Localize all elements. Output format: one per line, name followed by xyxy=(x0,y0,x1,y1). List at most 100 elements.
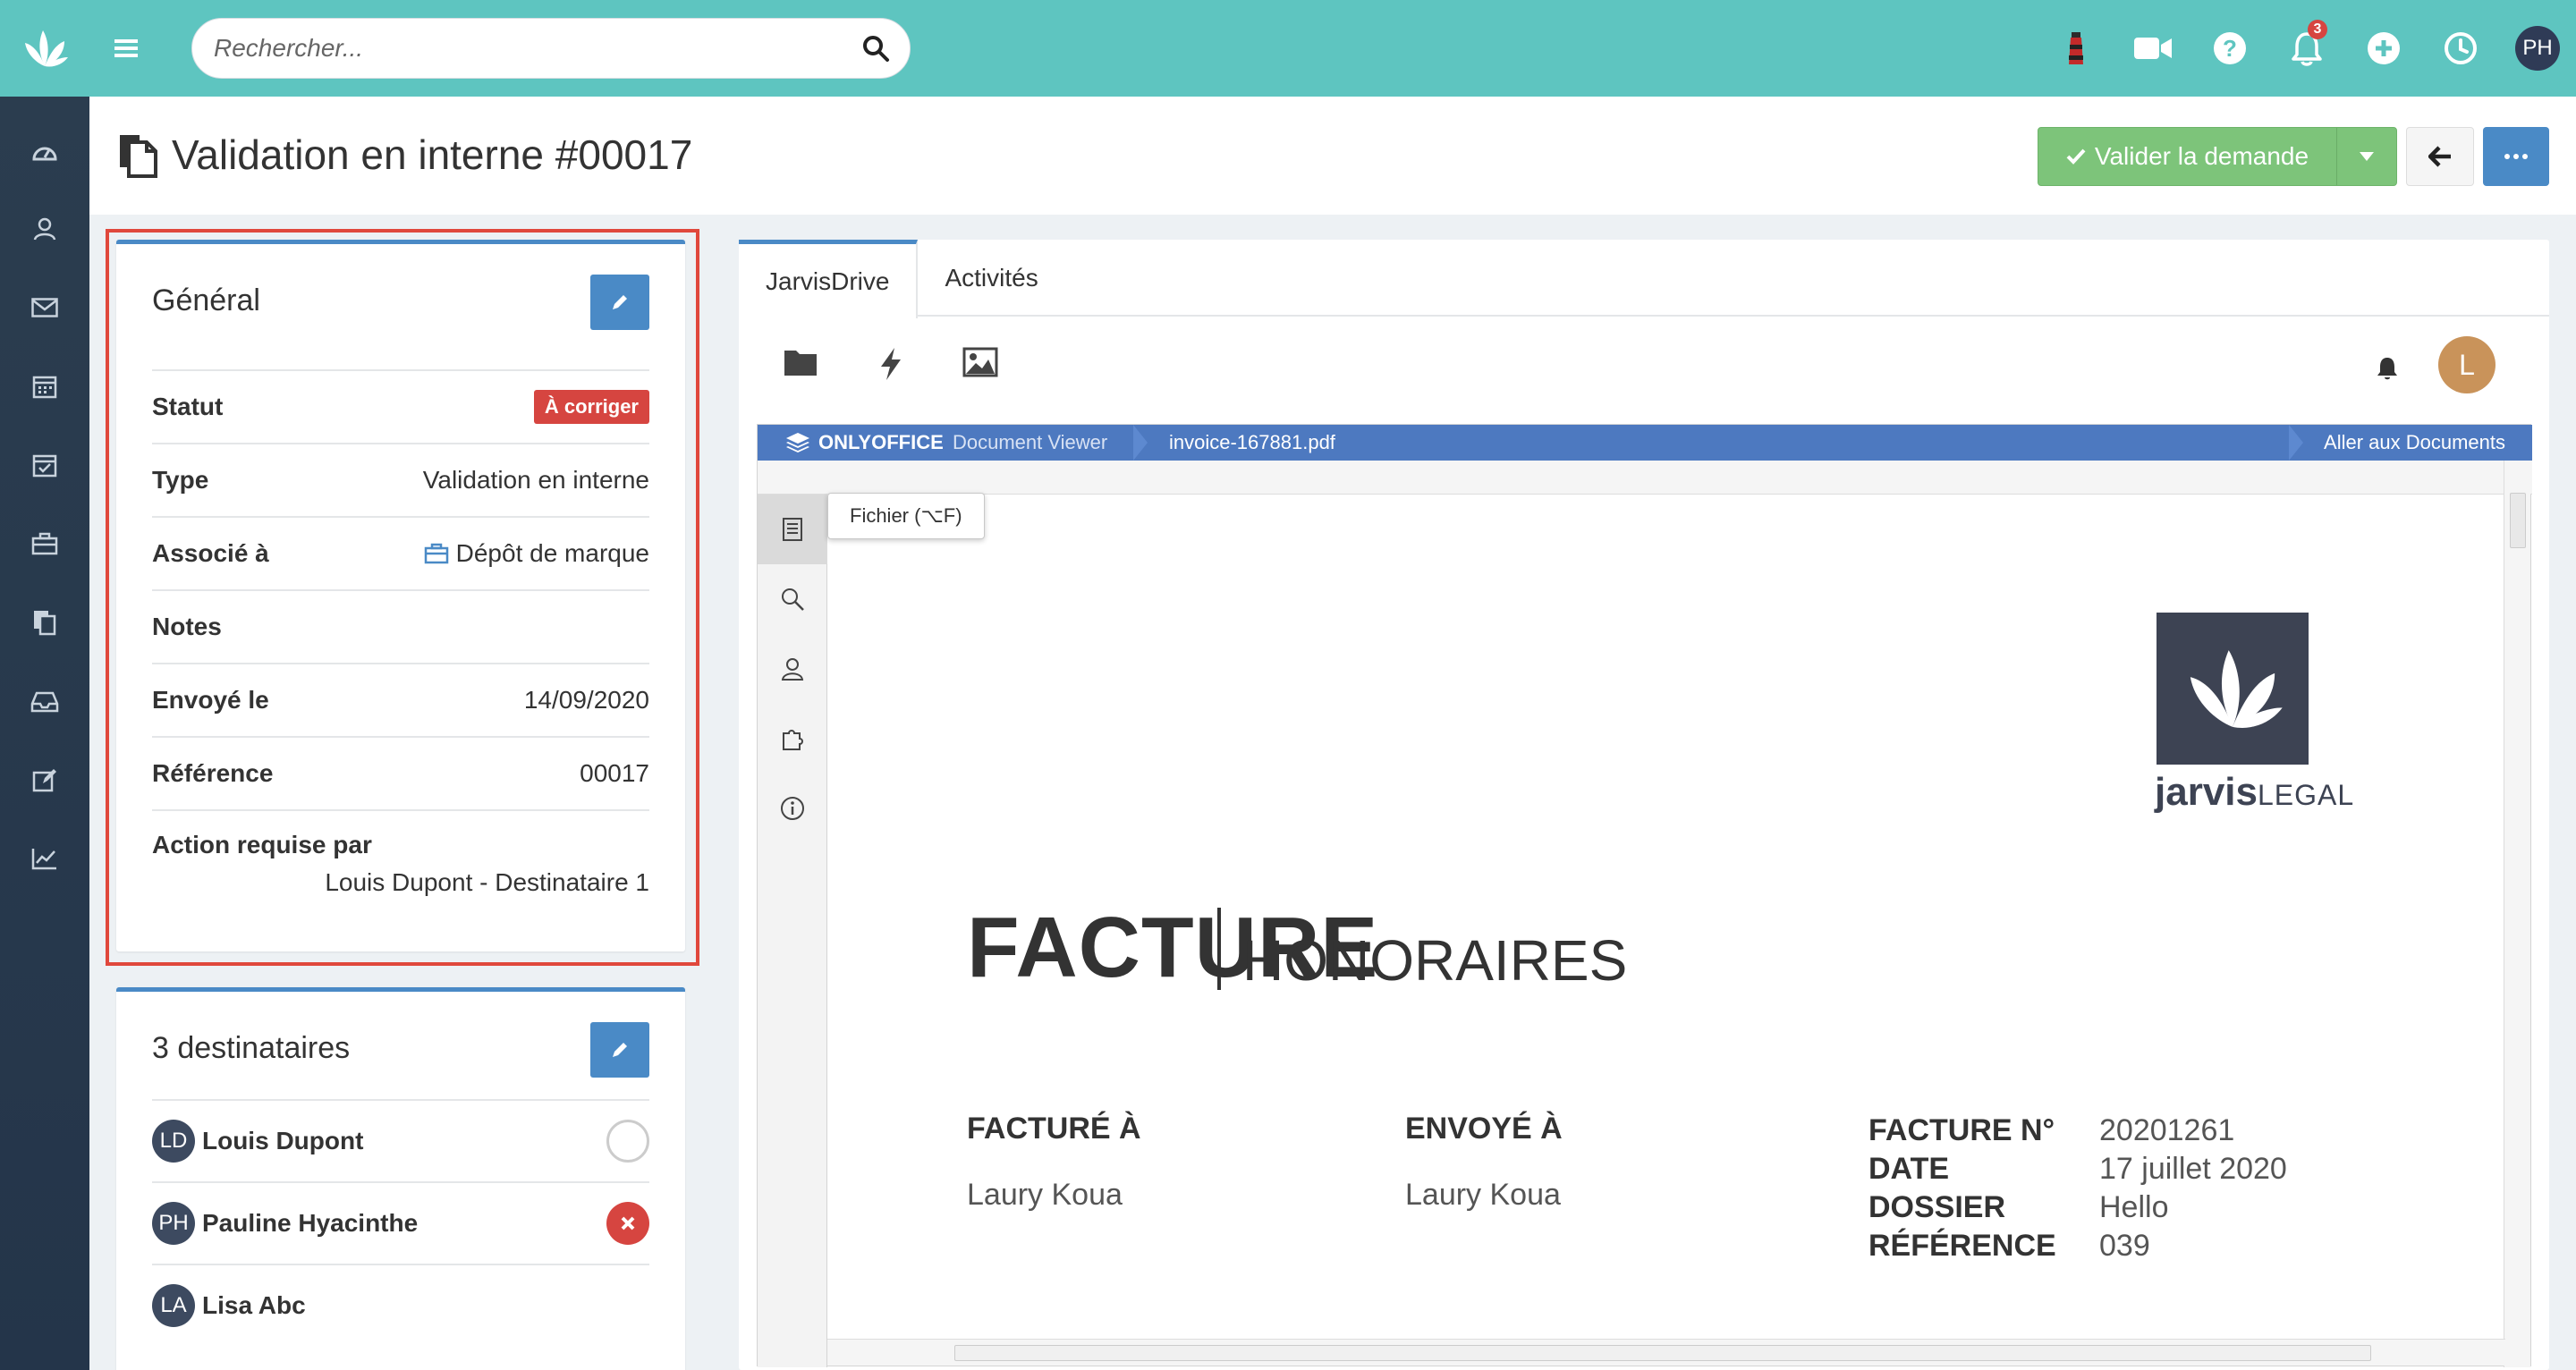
puzzle-icon xyxy=(783,730,803,750)
add-button[interactable] xyxy=(2345,0,2422,97)
goto-documents-link[interactable]: Aller aux Documents xyxy=(2324,425,2505,461)
billed-to-label: FACTURÉ À xyxy=(967,1112,1141,1146)
document-panel: JarvisDrive Activités L ONLYOFFICE Docum… xyxy=(739,240,2549,1370)
svg-text:?: ? xyxy=(2223,35,2237,62)
documents-icon xyxy=(34,611,56,636)
sidebar-item-inbox[interactable] xyxy=(0,662,89,740)
contacts-icon xyxy=(33,217,56,241)
clock-icon xyxy=(2445,32,2477,64)
validate-request-button[interactable]: Valider la demande xyxy=(2038,128,2337,185)
file-tooltip: Fichier (⌥F) xyxy=(827,493,985,539)
file-menu-button[interactable] xyxy=(758,495,827,564)
search-icon[interactable] xyxy=(861,34,890,63)
search-box xyxy=(191,18,911,79)
recipients-card-title: 3 destinataires xyxy=(152,1031,351,1065)
jarvis-logo-icon xyxy=(25,30,68,67)
more-actions-button[interactable] xyxy=(2483,127,2549,186)
sidebar-item-reports[interactable] xyxy=(0,819,89,898)
sidebar-item-tasks[interactable] xyxy=(0,426,89,504)
avatar: LD xyxy=(152,1120,195,1163)
sidebar-item-contacts[interactable] xyxy=(0,190,89,268)
validate-request-label: Valider la demande xyxy=(2094,142,2309,170)
tab-activites[interactable]: Activités xyxy=(918,240,1064,317)
edit-icon xyxy=(32,769,56,792)
onlyoffice-viewer: ONLYOFFICE Document Viewer invoice-16788… xyxy=(757,424,2532,1367)
avatar[interactable]: L xyxy=(2438,336,2496,393)
notifications-button[interactable]: 3 xyxy=(2268,0,2345,97)
lighthouse-icon xyxy=(2069,32,2083,64)
recipient-name: Lisa Abc xyxy=(202,1291,306,1319)
mail-icon xyxy=(31,298,58,317)
viewer-comments-button[interactable] xyxy=(758,634,827,704)
horizontal-scroll-thumb[interactable] xyxy=(954,1345,2371,1361)
viewer-plugins-button[interactable] xyxy=(758,704,827,774)
avatar: LA xyxy=(152,1284,195,1327)
rejected-status-icon xyxy=(606,1202,649,1245)
list-item[interactable]: PH Pauline Hyacinthe xyxy=(152,1181,649,1264)
close-icon xyxy=(621,1216,635,1230)
invoice-subtitle: HONORAIRES xyxy=(1242,928,1628,993)
folder-icon[interactable] xyxy=(784,347,818,377)
horizontal-scrollbar[interactable] xyxy=(827,1339,2505,1366)
sidebar-item-dashboard[interactable] xyxy=(0,111,89,190)
bell-icon[interactable] xyxy=(2376,356,2399,381)
vertical-scroll-thumb[interactable] xyxy=(2510,493,2526,548)
user-menu[interactable]: PH xyxy=(2499,0,2576,97)
briefcase-icon xyxy=(31,532,58,555)
jarvis-legal-wordmark: jarvisLEGAL xyxy=(2155,770,2355,814)
billed-to-value: Laury Koua xyxy=(967,1178,1123,1212)
image-icon[interactable] xyxy=(962,347,998,377)
sidebar-item-documents[interactable] xyxy=(0,583,89,662)
viewer-search-button[interactable] xyxy=(758,564,827,634)
sidebar-item-mail[interactable] xyxy=(0,268,89,347)
video-icon xyxy=(2134,38,2172,59)
calendar-check-icon xyxy=(32,454,57,478)
history-button[interactable] xyxy=(2422,0,2499,97)
document-page: jarvisLEGAL FACTURE HONORAIRES FACTURÉ À… xyxy=(827,495,2505,1340)
arrow-left-icon xyxy=(2428,146,2451,167)
invoice-meta: FACTURE N° 20201261 DATE 17 juillet 2020 D… xyxy=(1868,1112,2287,1265)
menu-toggle-button[interactable] xyxy=(89,0,163,97)
dashboard-icon xyxy=(32,147,57,161)
sidebar-item-matters[interactable] xyxy=(0,504,89,583)
search-input[interactable] xyxy=(214,19,840,78)
user-icon xyxy=(781,658,804,681)
header-separator xyxy=(1133,425,1148,461)
tab-jarvisdrive[interactable]: JarvisDrive xyxy=(739,240,919,318)
help-button[interactable]: ? xyxy=(2191,0,2268,97)
drive-toolbar: L xyxy=(739,317,2549,424)
lighthouse-button[interactable] xyxy=(2038,0,2114,97)
video-button[interactable] xyxy=(2114,0,2191,97)
list-item[interactable]: LD Louis Dupont xyxy=(152,1099,649,1181)
edit-recipients-button[interactable] xyxy=(590,1022,649,1078)
viewer-info-button[interactable] xyxy=(758,774,827,843)
sidebar xyxy=(0,97,89,1370)
plus-circle-icon xyxy=(2368,32,2400,64)
bolt-icon[interactable] xyxy=(878,347,903,381)
pencil-icon xyxy=(613,1043,627,1057)
recipients-card: 3 destinataires LD Louis Dupont PH Pauli… xyxy=(116,987,685,1370)
file-icon xyxy=(783,518,802,541)
check-icon xyxy=(2066,148,2086,165)
search-icon xyxy=(782,588,804,611)
list-item[interactable]: LA Lisa Abc xyxy=(152,1264,649,1346)
avatar: PH xyxy=(152,1202,195,1245)
validate-dropdown-toggle[interactable] xyxy=(2337,128,2396,185)
app-logo[interactable] xyxy=(0,0,89,97)
viewer-left-panel xyxy=(758,495,827,1367)
onlyoffice-layers-icon xyxy=(786,433,809,452)
viewer-subtitle: Document Viewer xyxy=(953,431,1108,453)
meta-row: DOSSIER Hello xyxy=(1868,1190,2169,1224)
jarvis-logo-icon xyxy=(2190,650,2283,728)
back-button[interactable] xyxy=(2406,127,2474,186)
pending-status-icon xyxy=(606,1120,649,1163)
sidebar-item-edit[interactable] xyxy=(0,740,89,819)
meta-row: RÉFÉRENCE 039 xyxy=(1868,1229,2150,1263)
ellipsis-icon xyxy=(2504,154,2528,159)
recipient-name: Pauline Hyacinthe xyxy=(202,1209,419,1237)
recipient-info: PH Pauline Hyacinthe xyxy=(152,1202,418,1245)
sidebar-item-calendar[interactable] xyxy=(0,347,89,426)
vertical-scrollbar[interactable] xyxy=(2504,461,2530,1367)
onlyoffice-logo: ONLYOFFICE xyxy=(784,425,944,461)
recipient-info: LA Lisa Abc xyxy=(152,1284,306,1327)
